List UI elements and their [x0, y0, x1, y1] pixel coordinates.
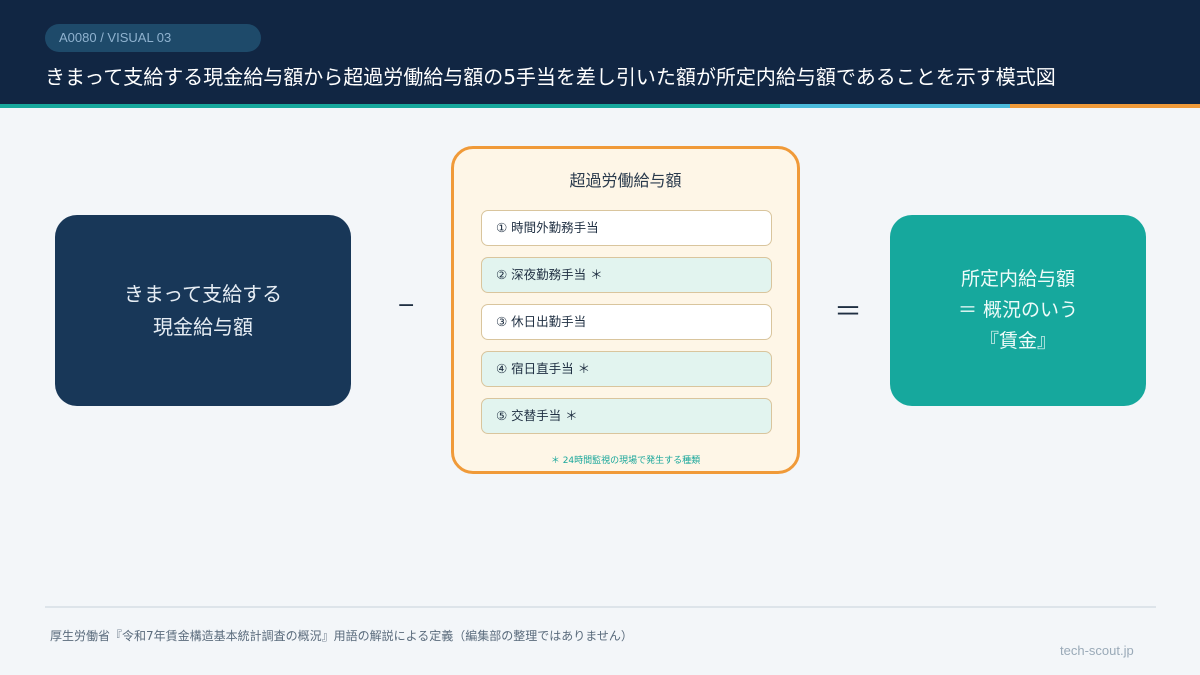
source-note: 厚生労働省『令和7年賃金構造基本統計調査の概況』用語の解説による定義（編集部の整… — [50, 629, 633, 643]
gross-cash-wages-line1: きまって支給する — [123, 281, 283, 306]
gross-cash-wages-line2: 現金給与額 — [153, 314, 253, 339]
visual-id-badge: A0080 / VISUAL 03 — [45, 24, 261, 52]
allowance-footnote: ＊ 24時間監視の現場で発生する種類 — [550, 456, 701, 466]
header-bar: A0080 / VISUAL 03 きまって支給する現金給与額から超過労働給与額… — [0, 0, 1200, 104]
scheduled-wages-line2: ＝ 概況のいう — [957, 299, 1079, 321]
site-credit: tech-scout.jp — [1060, 643, 1134, 658]
allowance-item-shift: ⑤ 交替手当 ＊ — [481, 398, 772, 434]
gross-cash-wages-box: きまって支給する 現金給与額 — [55, 215, 351, 406]
page-title: きまって支給する現金給与額から超過労働給与額の5手当を差し引いた額が所定内給与額… — [45, 65, 1056, 89]
scheduled-wages-line1: 所定内給与額 — [960, 268, 1075, 290]
allowance-item-holiday: ③ 休日出勤手当 — [481, 304, 772, 340]
scheduled-wages-line3: 『賃金』 — [979, 330, 1056, 352]
equals-operator: ＝ — [834, 295, 863, 328]
allowance-item-overtime: ① 時間外勤務手当 — [481, 210, 772, 246]
accent-stripe-blue — [780, 104, 1010, 108]
footer-divider — [45, 606, 1156, 608]
scheduled-wages-box: 所定内給与額 ＝ 概況のいう 『賃金』 — [890, 215, 1146, 406]
minus-operator: − — [397, 293, 416, 318]
allowance-item-late-night: ② 深夜勤務手当 ＊ — [481, 257, 772, 293]
accent-stripe-orange — [1010, 104, 1200, 108]
overtime-wages-box: 超過労働給与額 ① 時間外勤務手当 ② 深夜勤務手当 ＊ ③ 休日出勤手当 ④ … — [451, 146, 800, 474]
allowance-item-night-duty: ④ 宿日直手当 ＊ — [481, 351, 772, 387]
overtime-wages-title: 超過労働給与額 — [569, 171, 682, 190]
accent-stripe-teal — [0, 104, 780, 108]
